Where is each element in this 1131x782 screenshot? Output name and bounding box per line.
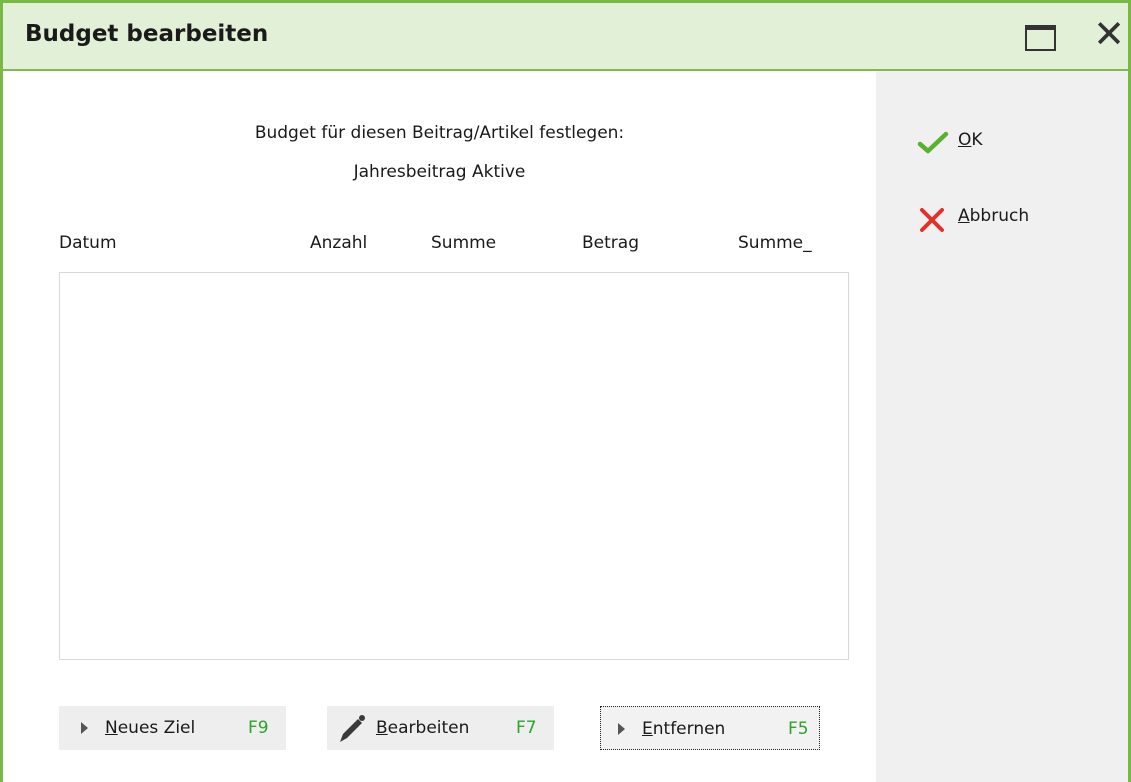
column-header-anzahl[interactable]: Anzahl (310, 233, 367, 253)
close-icon[interactable]: ✕ (1091, 15, 1127, 53)
column-header-datum[interactable]: Datum (59, 233, 117, 253)
title-bar[interactable]: Budget bearbeiten ✕ (3, 3, 1128, 71)
ok-label: OK (958, 130, 983, 150)
column-header-summe-2[interactable]: Summe_ (738, 233, 812, 253)
side-panel: OK Abbruch (876, 71, 1128, 782)
window-title: Budget bearbeiten (25, 21, 269, 47)
ok-button[interactable]: OK (917, 126, 1057, 158)
shortcut-f7: F7 (516, 718, 537, 738)
edit-button[interactable]: Bearbeiten F7 (327, 706, 554, 750)
item-name: Jahresbeitrag Aktive (353, 162, 526, 182)
new-target-label: Neues Ziel (105, 718, 196, 738)
cancel-button[interactable]: Abbruch (917, 202, 1067, 234)
budget-heading: Budget für diesen Beitrag/Artikel festle… (254, 123, 625, 143)
pencil-icon (340, 715, 365, 742)
remove-label: Entfernen (642, 719, 726, 739)
edit-label: Bearbeiten (376, 718, 470, 738)
maximize-icon[interactable] (1025, 25, 1056, 51)
cancel-label: Abbruch (958, 206, 1030, 226)
cancel-x-icon (920, 208, 944, 232)
new-target-button[interactable]: Neues Ziel F9 (59, 706, 286, 750)
shortcut-f5: F5 (788, 719, 809, 739)
play-arrow-icon (618, 723, 625, 735)
budget-list[interactable] (59, 272, 849, 660)
shortcut-f9: F9 (248, 718, 269, 738)
column-header-betrag[interactable]: Betrag (582, 233, 639, 253)
remove-button[interactable]: Entfernen F5 (600, 706, 820, 750)
play-arrow-icon (81, 722, 88, 734)
dialog-window: Budget bearbeiten ✕ Budget für diesen Be… (0, 0, 1131, 782)
check-icon (917, 131, 949, 154)
column-header-summe[interactable]: Summe (431, 233, 496, 253)
main-panel: Budget für diesen Beitrag/Artikel festle… (3, 71, 876, 782)
